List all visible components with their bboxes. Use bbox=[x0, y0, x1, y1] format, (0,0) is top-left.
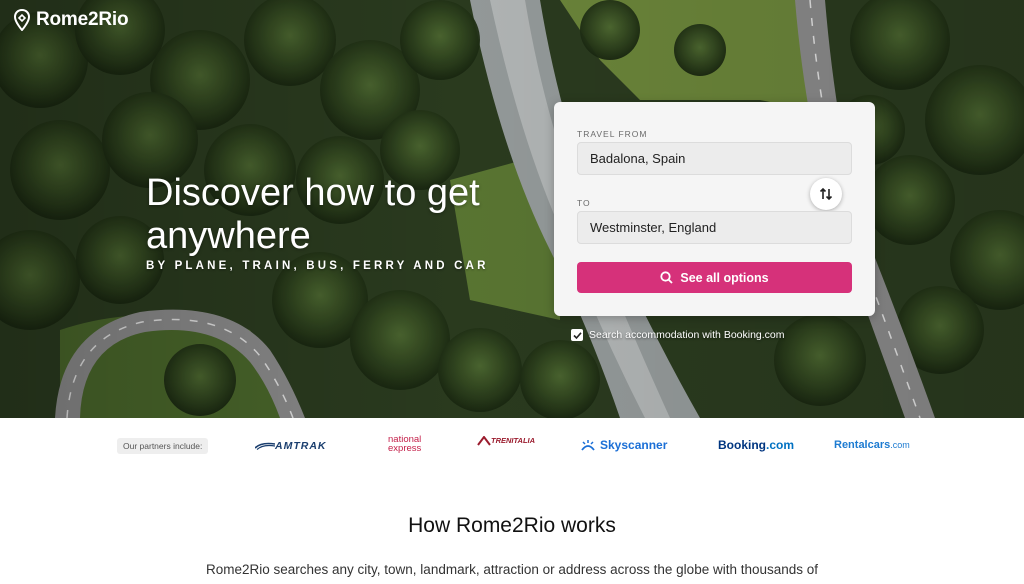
check-icon bbox=[572, 331, 582, 339]
hero-headline: Discover how to get anywhere bbox=[146, 172, 480, 257]
from-label: TRAVEL FROM bbox=[577, 129, 648, 139]
trenitalia-logo: TRENITALIA bbox=[477, 435, 535, 446]
location-pin-icon bbox=[14, 9, 30, 31]
hero-section: Rome2Rio Discover how to get anywhere BY… bbox=[0, 0, 1024, 418]
to-input[interactable]: Westminster, England bbox=[577, 211, 852, 244]
accommodation-checkbox[interactable] bbox=[571, 329, 583, 341]
hero-subheadline: BY PLANE, TRAIN, BUS, FERRY AND CAR bbox=[146, 260, 489, 272]
see-all-options-label: See all options bbox=[680, 270, 769, 285]
brand-logo[interactable]: Rome2Rio bbox=[14, 9, 129, 31]
amtrak-logo: AMTRAK bbox=[254, 440, 327, 452]
search-icon bbox=[660, 271, 674, 284]
to-label: TO bbox=[577, 198, 591, 208]
amtrak-wave-icon bbox=[254, 442, 276, 451]
skyscanner-sunrise-icon bbox=[581, 440, 595, 451]
accommodation-label: Search accommodation with Booking.com bbox=[589, 329, 785, 341]
how-it-works-text: Rome2Rio searches any city, town, landma… bbox=[205, 562, 819, 577]
skyscanner-logo: Skyscanner bbox=[580, 438, 667, 452]
trenitalia-mark-icon bbox=[477, 435, 491, 446]
national-express-logo: national express bbox=[388, 434, 422, 454]
rentalcars-logo: Rentalcars.com bbox=[834, 439, 910, 451]
booking-logo: Booking.com bbox=[718, 438, 795, 452]
brand-name: Rome2Rio bbox=[36, 9, 129, 30]
partners-label: Our partners include: bbox=[117, 438, 209, 454]
see-all-options-button[interactable]: See all options bbox=[577, 262, 852, 293]
partners-bar: Our partners include: AMTRAK national ex… bbox=[0, 418, 1024, 474]
swap-button[interactable] bbox=[810, 178, 842, 210]
search-card: TRAVEL FROM Badalona, Spain TO Westminst… bbox=[554, 102, 875, 316]
accommodation-option[interactable]: Search accommodation with Booking.com bbox=[571, 329, 785, 341]
from-input[interactable]: Badalona, Spain bbox=[577, 142, 852, 175]
swap-arrows-icon bbox=[819, 187, 833, 201]
how-it-works-title: How Rome2Rio works bbox=[408, 514, 616, 537]
